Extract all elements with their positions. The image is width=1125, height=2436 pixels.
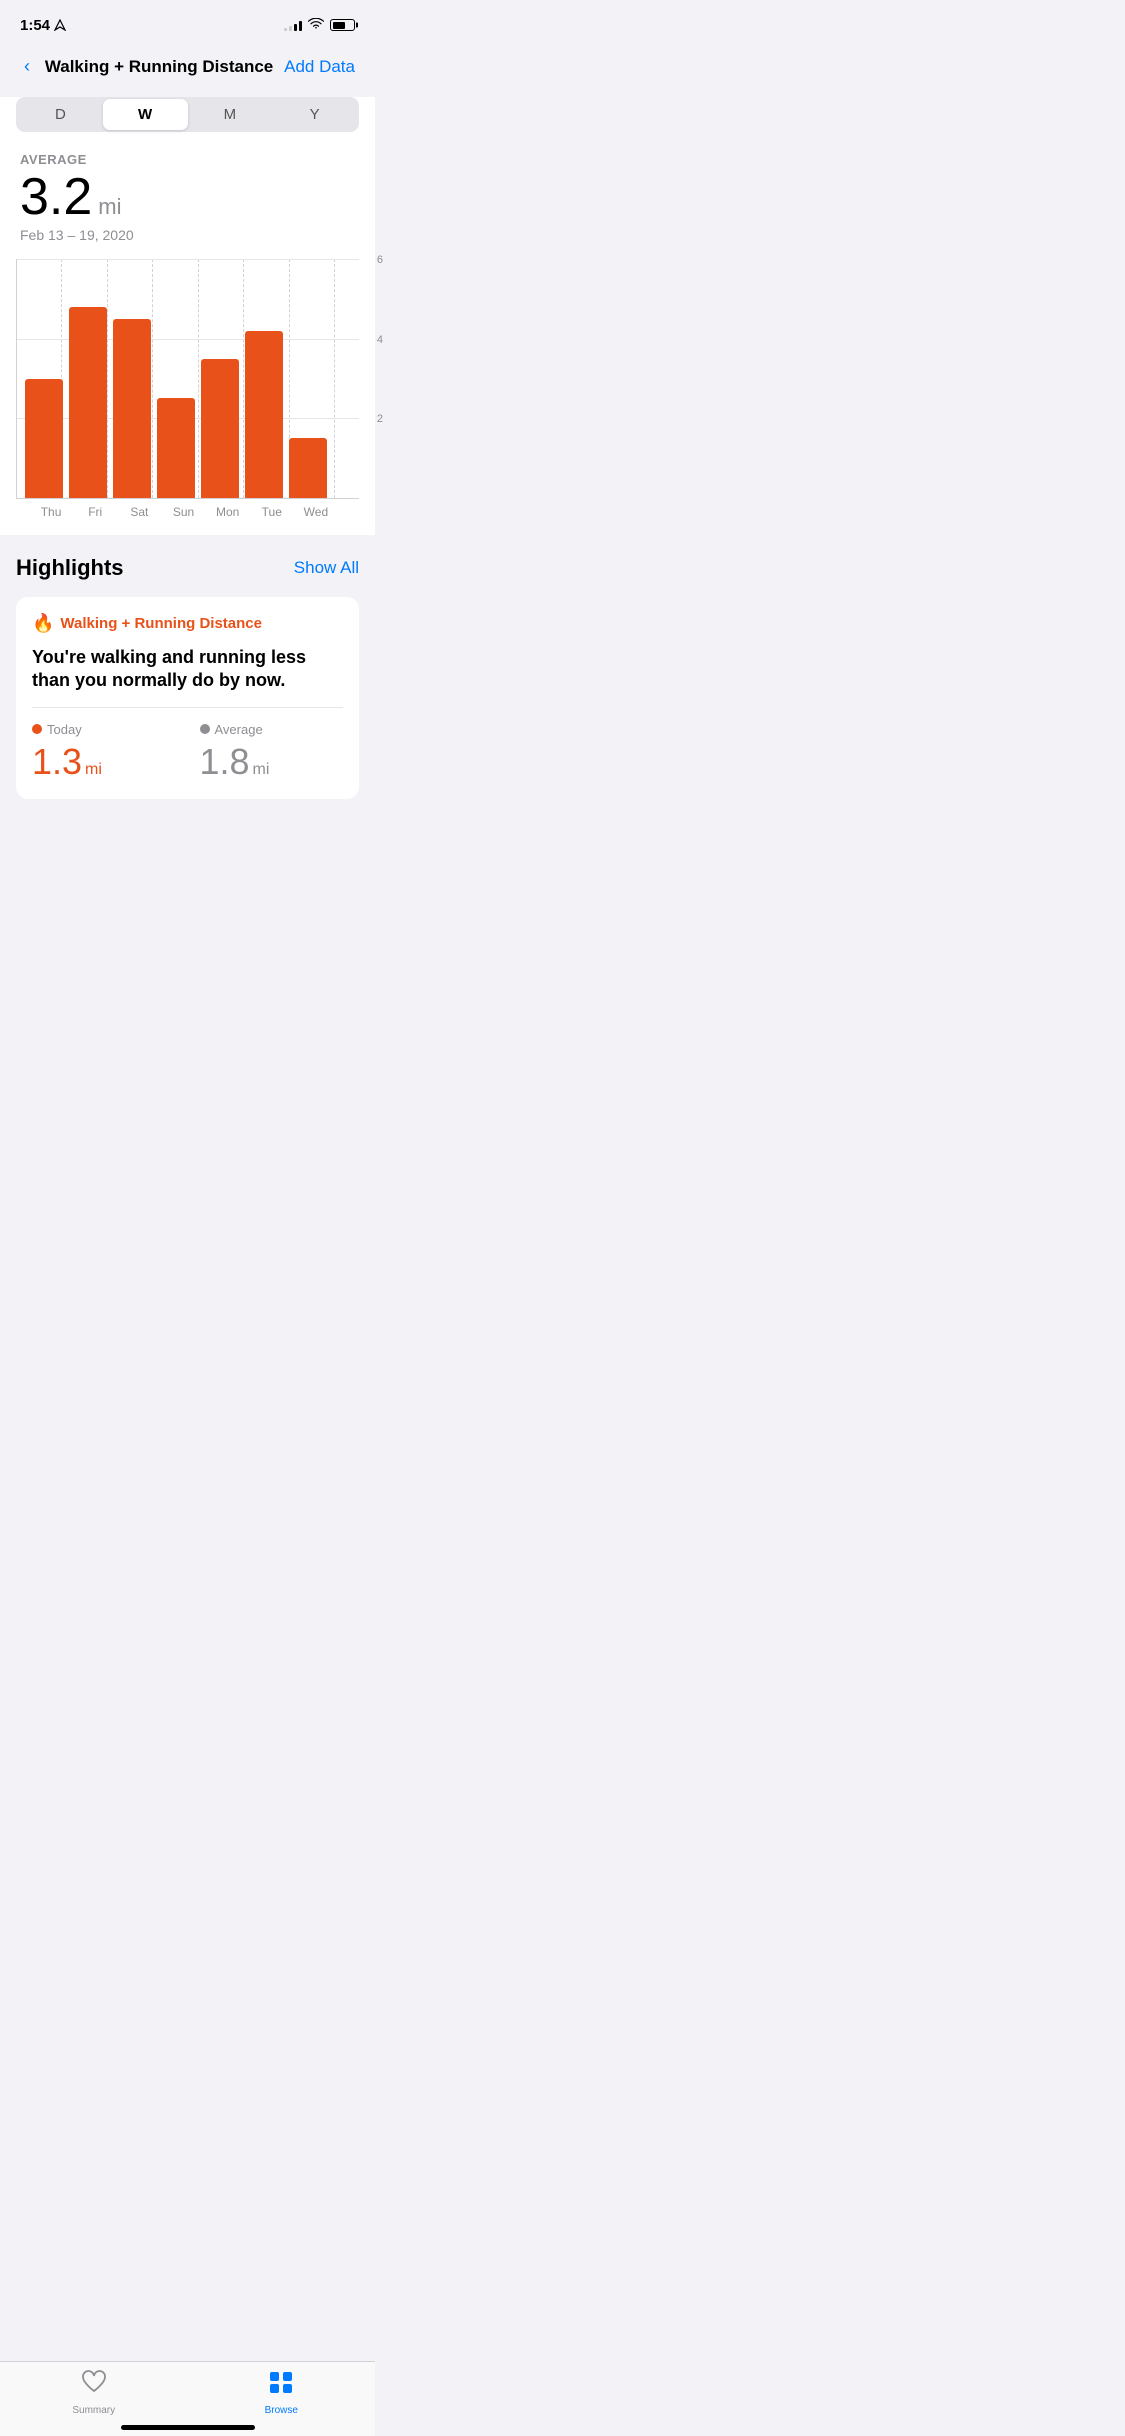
home-indicator [121,2425,255,2430]
today-dot [32,724,42,734]
average-unit: mi [253,761,270,779]
card-stats: Today 1.3 mi Average 1.8 mi [32,722,343,783]
day-label-wed: Wed [297,505,335,519]
bars-container [17,259,335,498]
location-icon [54,19,66,31]
stats-value: 3.2 mi [20,171,355,223]
card-stat-today: Today 1.3 mi [32,722,176,783]
highlights-title: Highlights [16,555,124,581]
bar-sat [113,259,151,498]
status-bar: 1:54 [0,0,375,44]
main-content: D W M Y AVERAGE 3.2 mi Feb 13 – 19, 2020 [0,97,375,535]
today-unit: mi [85,761,102,779]
day-label-thu: Thu [32,505,70,519]
day-label-fri: Fri [76,505,114,519]
bar-mon [201,259,239,498]
browse-label: Browse [265,2405,298,2416]
today-label: Today [47,722,82,737]
day-label-sun: Sun [164,505,202,519]
page-title: Walking + Running Distance [34,57,284,77]
card-description: You're walking and running less than you… [32,646,343,708]
highlights-header: Highlights Show All [16,555,359,581]
back-button[interactable]: ‹ [20,52,34,81]
tab-browse[interactable]: Browse [188,2370,376,2416]
status-time: 1:54 [20,17,66,34]
today-value: 1.3 [32,741,82,783]
stats-number: 3.2 [20,171,92,223]
bar-sun [157,259,195,498]
average-dot [200,724,210,734]
tab-month[interactable]: M [188,99,273,130]
heart-icon [81,2370,107,2401]
flame-icon: 🔥 [32,613,54,634]
add-data-button[interactable]: Add Data [284,57,355,77]
day-label-tue: Tue [253,505,291,519]
stats-label: AVERAGE [20,152,355,167]
stats-date: Feb 13 – 19, 2020 [20,227,355,243]
card-metric-name: Walking + Running Distance [60,615,262,632]
battery-icon [330,19,355,31]
tab-week[interactable]: W [103,99,188,130]
summary-label: Summary [72,2405,115,2416]
time-range-tabs: D W M Y [16,97,359,132]
tab-day[interactable]: D [18,99,103,130]
browse-icon [268,2370,294,2401]
status-icons [284,17,355,33]
home-indicator-area [0,2419,375,2436]
day-label-mon: Mon [209,505,247,519]
signal-bars [284,19,302,31]
tab-summary[interactable]: Summary [0,2370,188,2416]
bar-wed [289,259,327,498]
stats-section: AVERAGE 3.2 mi Feb 13 – 19, 2020 [0,152,375,259]
day-label-sat: Sat [120,505,158,519]
bar-thu [25,259,63,498]
highlights-section: Highlights Show All 🔥 Walking + Running … [0,535,375,831]
show-all-button[interactable]: Show All [294,558,359,578]
bar-tue [245,259,283,498]
bar-fri [69,259,107,498]
card-stat-average: Average 1.8 mi [200,722,344,783]
average-value: 1.8 [200,741,250,783]
highlight-card: 🔥 Walking + Running Distance You're walk… [16,597,359,799]
day-labels: Thu Fri Sat Sun Mon Tue Wed [16,499,359,519]
chart-container: 6 4 2 [0,259,375,535]
card-metric-label: 🔥 Walking + Running Distance [32,613,343,634]
stats-unit: mi [98,194,121,220]
average-label: Average [215,722,263,737]
tab-year[interactable]: Y [272,99,357,130]
nav-bar: ‹ Walking + Running Distance Add Data [0,44,375,97]
chart-area: 6 4 2 [16,259,359,499]
wifi-icon [308,17,324,33]
